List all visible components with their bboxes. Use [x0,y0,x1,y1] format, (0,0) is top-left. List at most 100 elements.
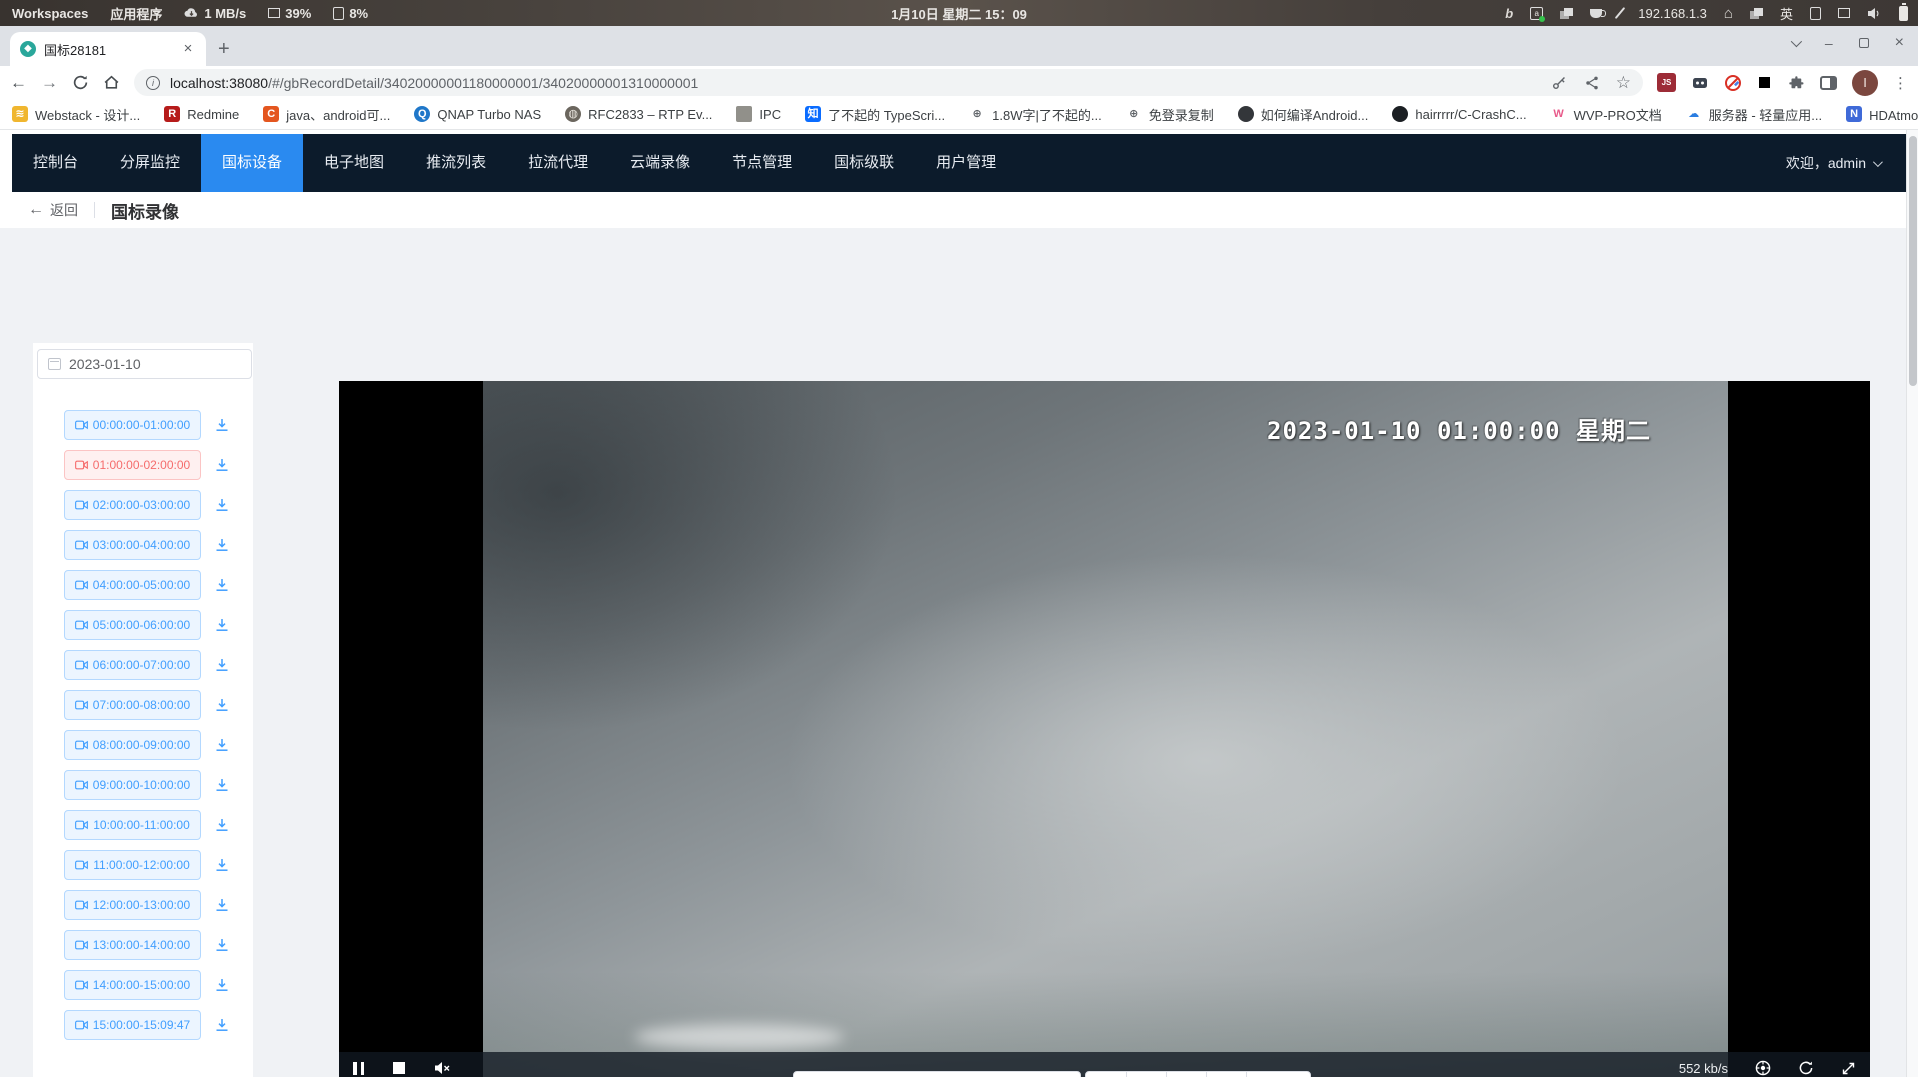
download-icon[interactable] [214,977,230,993]
recording-segment-button[interactable]: 09:00:00-10:00:00 [64,770,201,800]
bookmark-item[interactable]: ⊕ 免登录复制 [1126,105,1214,124]
bookmark-item[interactable]: 如何编译Android... [1238,105,1369,124]
bookmark-item[interactable]: ≋ Webstack - 设计... [12,105,140,124]
js-extension-icon[interactable]: JS [1657,73,1676,92]
recording-segment-button[interactable]: 00:00:00-01:00:00 [64,410,201,440]
download-icon[interactable] [214,617,230,633]
download-icon[interactable] [214,457,230,473]
phone-tray-icon[interactable] [1810,7,1821,20]
recording-segment-button[interactable]: 02:00:00-03:00:00 [64,490,201,520]
download-icon[interactable] [214,537,230,553]
nav-tab[interactable]: 用户管理 [915,134,1017,192]
nav-tab[interactable]: 控制台 [12,134,99,192]
workspaces-button[interactable]: Workspaces [12,6,88,21]
bookmark-item[interactable]: Q QNAP Turbo NAS [414,106,541,122]
nav-tab[interactable]: 电子地图 [303,134,405,192]
nav-tab[interactable]: 拉流代理 [507,134,609,192]
new-tab-button[interactable]: + [218,38,230,60]
recording-segment-button[interactable]: 08:00:00-09:00:00 [64,730,201,760]
volume-tray-icon[interactable] [1867,7,1882,20]
recording-segment-button[interactable]: 06:00:00-07:00:00 [64,650,201,680]
pause-button[interactable] [1086,1072,1126,1077]
bookmark-item[interactable]: C java、android可... [263,105,390,124]
bookmark-item[interactable]: ☁ 服务器 - 轻量应用... [1686,105,1822,124]
window-menu-chevron-icon[interactable] [1791,36,1802,47]
bookmark-star-icon[interactable]: ☆ [1616,73,1631,93]
applications-menu[interactable]: 应用程序 [110,4,162,23]
recording-segment-button[interactable]: 03:00:00-04:00:00 [64,530,201,560]
blocker-extension-icon[interactable] [1724,74,1742,92]
download-icon[interactable] [214,937,230,953]
back-button[interactable]: ← 返回 [28,200,78,220]
bookmark-item[interactable]: ◍ RFC2833 – RTP Ev... [565,106,712,122]
app-tray-icon[interactable]: a [1530,7,1543,20]
share-icon[interactable] [1584,75,1600,91]
download-button[interactable] [1166,1072,1206,1077]
bookmark-item[interactable]: hairrrrr/C-CrashC... [1392,106,1526,122]
download-icon[interactable] [214,897,230,913]
user-agent-extension-icon[interactable] [1691,74,1709,92]
window-restore-button[interactable] [1859,38,1869,48]
page-scrollbar[interactable] [1906,130,1918,1077]
recording-segment-button[interactable]: 11:00:00-12:00:00 [64,850,201,880]
address-bar[interactable]: i localhost:38080/#/gbRecordDetail/34020… [134,69,1643,96]
recording-segment-button[interactable]: 13:00:00-14:00:00 [64,930,201,960]
bookmark-item[interactable]: N HDAtmos :: 种子 *... [1846,105,1918,124]
side-panel-icon[interactable] [1820,76,1837,90]
download-icon[interactable] [214,857,230,873]
password-key-icon[interactable] [1551,74,1568,91]
video-player[interactable]: 2023-01-10 01:00:00 星期二 552 kb/s [339,381,1870,1077]
recording-segment-button[interactable]: 14:00:00-15:00:00 [64,970,201,1000]
user-menu[interactable]: 欢迎，admin [1786,153,1906,173]
download-icon[interactable] [214,1017,230,1033]
recording-segment-button[interactable]: 07:00:00-08:00:00 [64,690,201,720]
ip-address[interactable]: 192.168.1.3 [1638,6,1707,21]
seek-back-button[interactable]: ← [1206,1072,1246,1077]
display-tray-icon[interactable] [1838,8,1850,18]
recording-segment-button[interactable]: 10:00:00-11:00:00 [64,810,201,840]
bookmark-item[interactable]: R Redmine [164,106,239,122]
profile-avatar[interactable]: I [1852,70,1878,96]
browser-back-button[interactable]: ← [10,73,27,93]
pause-icon[interactable] [353,1062,364,1075]
date-picker-input[interactable]: 2023-01-10 [37,349,252,379]
home-tray-icon[interactable]: ⌂ [1724,5,1733,22]
recording-segment-button[interactable]: 04:00:00-05:00:00 [64,570,201,600]
bookmark-item[interactable]: ⊕ 1.8W字|了不起的... [969,105,1102,124]
browser-forward-button[interactable]: → [41,73,58,93]
download-icon[interactable] [214,737,230,753]
window-minimize-button[interactable]: – [1825,35,1833,51]
browser-tab[interactable]: ◆ 国标28181 × [10,32,206,66]
extensions-puzzle-icon[interactable] [1787,74,1805,92]
pen-tray-icon[interactable] [1615,7,1626,19]
site-info-icon[interactable]: i [146,76,160,90]
bookmark-item[interactable]: W WVP-PRO文档 [1551,105,1662,124]
mute-icon[interactable] [434,1061,451,1075]
download-icon[interactable] [214,697,230,713]
nav-tab[interactable]: 节点管理 [711,134,813,192]
download-icon[interactable] [214,777,230,793]
scrollbar-thumb[interactable] [1909,136,1917,386]
nav-tab[interactable]: 国标设备 [201,134,303,192]
recording-segment-button[interactable]: 01:00:00-02:00:00 [64,450,201,480]
browser-reload-button[interactable] [72,74,89,91]
nav-tab[interactable]: 国标级联 [813,134,915,192]
recording-segment-button[interactable]: 15:00:00-15:09:47 [64,1010,201,1040]
screenshot-extension-icon[interactable] [1757,75,1772,90]
browser-home-button[interactable] [103,74,120,91]
tab-close-icon[interactable]: × [180,41,196,57]
recording-segment-button[interactable]: 05:00:00-06:00:00 [64,610,201,640]
clipboard-tray-icon[interactable] [1560,8,1573,19]
window-close-button[interactable]: × [1895,34,1904,52]
download-icon[interactable] [214,657,230,673]
refresh-icon[interactable] [1798,1060,1814,1076]
playback-speed-dropdown[interactable]: 倍速 [1246,1072,1310,1077]
input-method-indicator[interactable]: 英 [1780,4,1793,23]
download-icon[interactable] [214,417,230,433]
stop-icon[interactable] [393,1062,405,1074]
bookmark-item[interactable]: IPC [736,106,781,122]
download-icon[interactable] [214,817,230,833]
play-button[interactable]: ▶ [1126,1072,1166,1077]
nav-tab[interactable]: 云端录像 [609,134,711,192]
time-range-input[interactable]: 01:00:00 至 02:00:00 [793,1071,1081,1077]
